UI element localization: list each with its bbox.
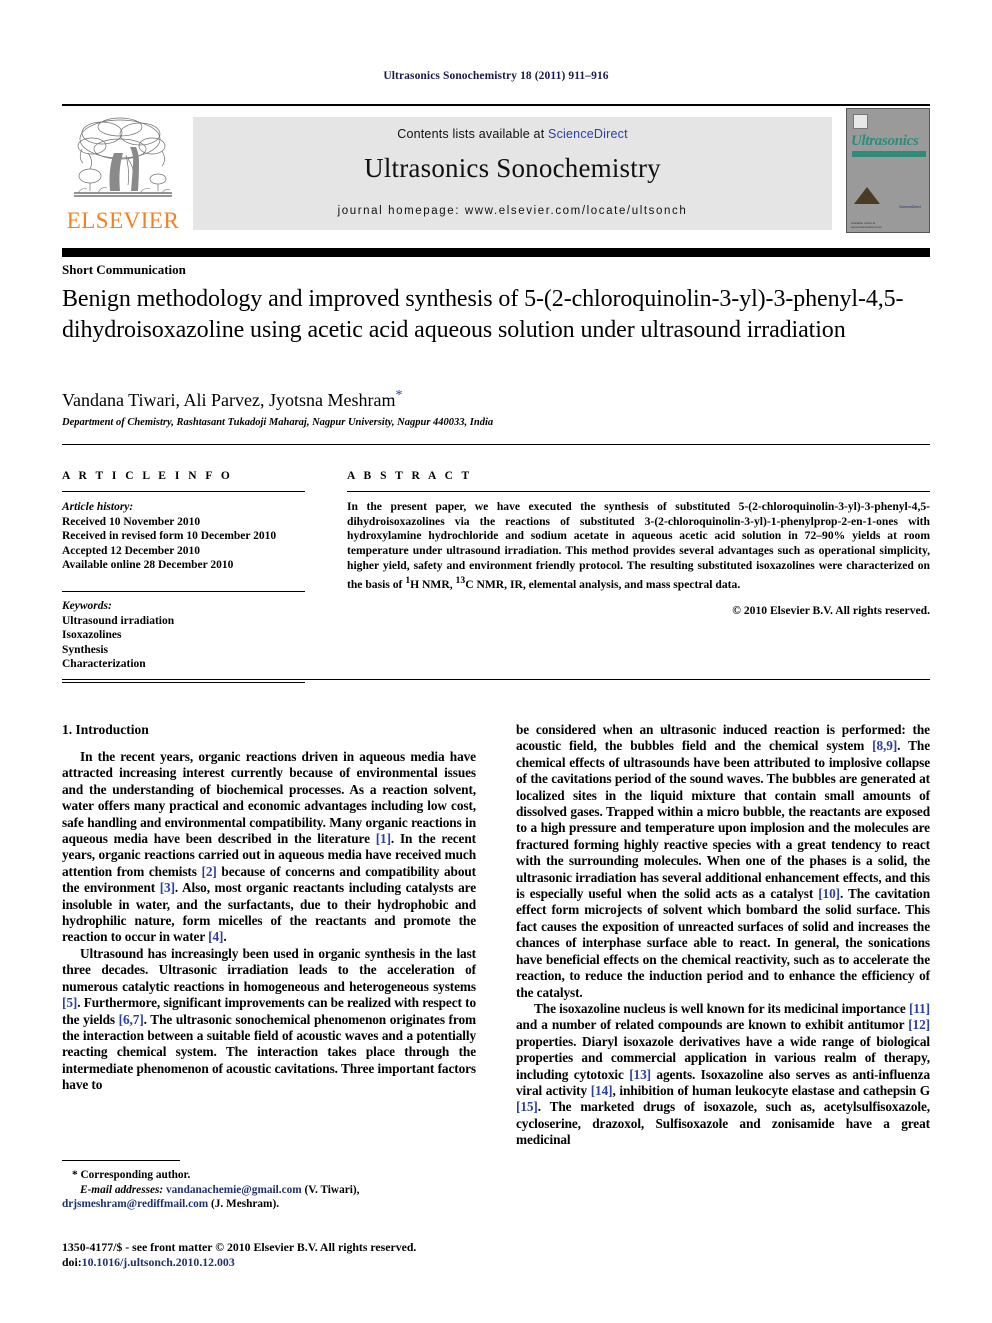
- journal-homepage-link[interactable]: journal homepage: www.elsevier.com/locat…: [193, 205, 832, 217]
- history-item: Received in revised form 10 December 201…: [62, 530, 277, 543]
- citation-ref[interactable]: [14]: [591, 1083, 613, 1098]
- keywords-list: Keywords: Ultrasound irradiation Isoxazo…: [62, 592, 305, 672]
- cover-sciencedirect-label: ScienceDirect: [899, 205, 921, 209]
- abstract-text: In the present paper, we have executed t…: [347, 500, 930, 591]
- running-head: Ultrasonics Sonochemistry 18 (2011) 911–…: [383, 70, 609, 82]
- article-info-heading: A R T I C L E I N F O: [62, 470, 233, 482]
- affiliation: Department of Chemistry, Rashtasant Tuka…: [62, 417, 494, 428]
- elsevier-logo: ELSEVIER: [62, 111, 184, 238]
- elsevier-tree-icon: [74, 117, 172, 197]
- masthead-bottom-bar: [62, 248, 930, 257]
- citation-ref[interactable]: [13]: [629, 1067, 651, 1082]
- keyword-item: Synthesis: [62, 643, 109, 656]
- body-left-column: 1. Introduction In the recent years, org…: [62, 722, 476, 1094]
- body-right-column: be considered when an ultrasonic induced…: [516, 722, 930, 1149]
- citation-ref[interactable]: [11]: [909, 1001, 930, 1016]
- citation-ref[interactable]: [15]: [516, 1099, 538, 1114]
- info-abstract-block: A R T I C L E I N F O Article history: R…: [62, 444, 930, 683]
- keywords-bottom-rule: [62, 681, 305, 683]
- citation-ref[interactable]: [8,9]: [872, 738, 897, 753]
- history-item: Available online 28 December 2010: [62, 559, 234, 572]
- email-label: E-mail addresses:: [80, 1184, 164, 1197]
- doi-line: doi:10.1016/j.ultsonch.2010.12.003: [62, 1255, 522, 1270]
- doi-value[interactable]: 10.1016/j.ultsonch.2010.12.003: [82, 1255, 235, 1269]
- citation-ref[interactable]: [5]: [62, 995, 77, 1010]
- cover-publisher-icon: [853, 114, 868, 129]
- paper-page: Ultrasonics Sonochemistry 18 (2011) 911–…: [0, 0, 992, 1323]
- citation-ref[interactable]: [2]: [202, 864, 217, 879]
- info-block-bottom-rule: [62, 679, 930, 680]
- citation-ref[interactable]: [1]: [376, 831, 391, 846]
- cover-subtitle-bar: [852, 151, 926, 157]
- masthead-top-rule: [62, 104, 930, 106]
- cover-title: Ultrasonics: [851, 133, 919, 149]
- keywords-label: Keywords:: [62, 599, 112, 612]
- doi-label: doi:: [62, 1254, 82, 1269]
- sciencedirect-link[interactable]: ScienceDirect: [548, 127, 628, 141]
- citation-ref[interactable]: [12]: [908, 1017, 930, 1032]
- citation-ref[interactable]: [3]: [160, 880, 175, 895]
- history-item: Received 10 November 2010: [62, 515, 201, 528]
- keyword-item: Ultrasound irradiation: [62, 614, 175, 627]
- journal-cover-thumbnail[interactable]: Ultrasonics ScienceDirect Available onli…: [846, 108, 930, 233]
- imprint-block: 1350-4177/$ - see front matter © 2010 El…: [62, 1240, 522, 1269]
- abstract-column: A B S T R A C T In the present paper, we…: [347, 444, 930, 617]
- citation-ref[interactable]: [10]: [818, 886, 840, 901]
- cover-pyramid-icon: [854, 187, 880, 204]
- footnote-block: * Corresponding author. E-mail addresses…: [62, 1168, 476, 1212]
- elsevier-wordmark: ELSEVIER: [66, 208, 180, 233]
- corresponding-author-note: * Corresponding author.: [72, 1169, 191, 1181]
- email-person-1: (V. Tiwari),: [304, 1184, 360, 1197]
- body-paragraph: Ultrasound has increasingly been used in…: [62, 945, 476, 1093]
- body-paragraph: In the recent years, organic reactions d…: [62, 749, 476, 945]
- article-history: Article history: Received 10 November 20…: [62, 492, 305, 573]
- page-title: Benign methodology and improved synthesi…: [62, 286, 904, 343]
- keyword-item: Isoxazolines: [62, 629, 122, 642]
- email-person-2: (J. Meshram).: [210, 1198, 280, 1211]
- email-link-1[interactable]: vandanachemie@gmail.com: [166, 1184, 302, 1196]
- history-item: Accepted 12 December 2010: [62, 544, 201, 557]
- author-names: Vandana Tiwari, Ali Parvez, Jyotsna Mesh…: [62, 390, 396, 410]
- section-heading-introduction: 1. Introduction: [62, 722, 149, 737]
- email-link-2[interactable]: drjsmeshram@rediffmail.com: [62, 1198, 208, 1210]
- corresponding-author-marker: *: [395, 388, 403, 403]
- body-paragraph: be considered when an ultrasonic induced…: [516, 722, 931, 1000]
- issn-copyright-line: 1350-4177/$ - see front matter © 2010 El…: [62, 1240, 417, 1254]
- abstract-copyright: © 2010 Elsevier B.V. All rights reserved…: [732, 604, 930, 618]
- author-list: Vandana Tiwari, Ali Parvez, Jyotsna Mesh…: [62, 388, 912, 411]
- contents-lists-line: Contents lists available at ScienceDirec…: [193, 127, 832, 141]
- contents-lists-prefix: Contents lists available at: [397, 127, 549, 141]
- keyword-item: Characterization: [62, 658, 146, 671]
- article-type: Short Communication: [62, 262, 186, 277]
- article-history-label: Article history:: [62, 501, 134, 513]
- footnote-rule: [62, 1160, 180, 1161]
- cover-footer-text: Available online at www.sciencedirect.co…: [851, 221, 883, 229]
- journal-masthead: ELSEVIER Contents lists available at Sci…: [62, 104, 930, 238]
- body-paragraph: The isoxazoline nucleus is well known fo…: [516, 1000, 930, 1148]
- citation-ref[interactable]: [6,7]: [119, 1012, 144, 1027]
- abstract-heading: A B S T R A C T: [347, 470, 473, 482]
- masthead-grey-panel: Contents lists available at ScienceDirec…: [193, 117, 832, 230]
- citation-ref[interactable]: [4]: [208, 929, 223, 944]
- email-addresses-note: E-mail addresses: vandanachemie@gmail.co…: [62, 1182, 476, 1211]
- article-info-column: A R T I C L E I N F O Article history: R…: [62, 444, 305, 683]
- journal-title: Ultrasonics Sonochemistry: [364, 153, 661, 183]
